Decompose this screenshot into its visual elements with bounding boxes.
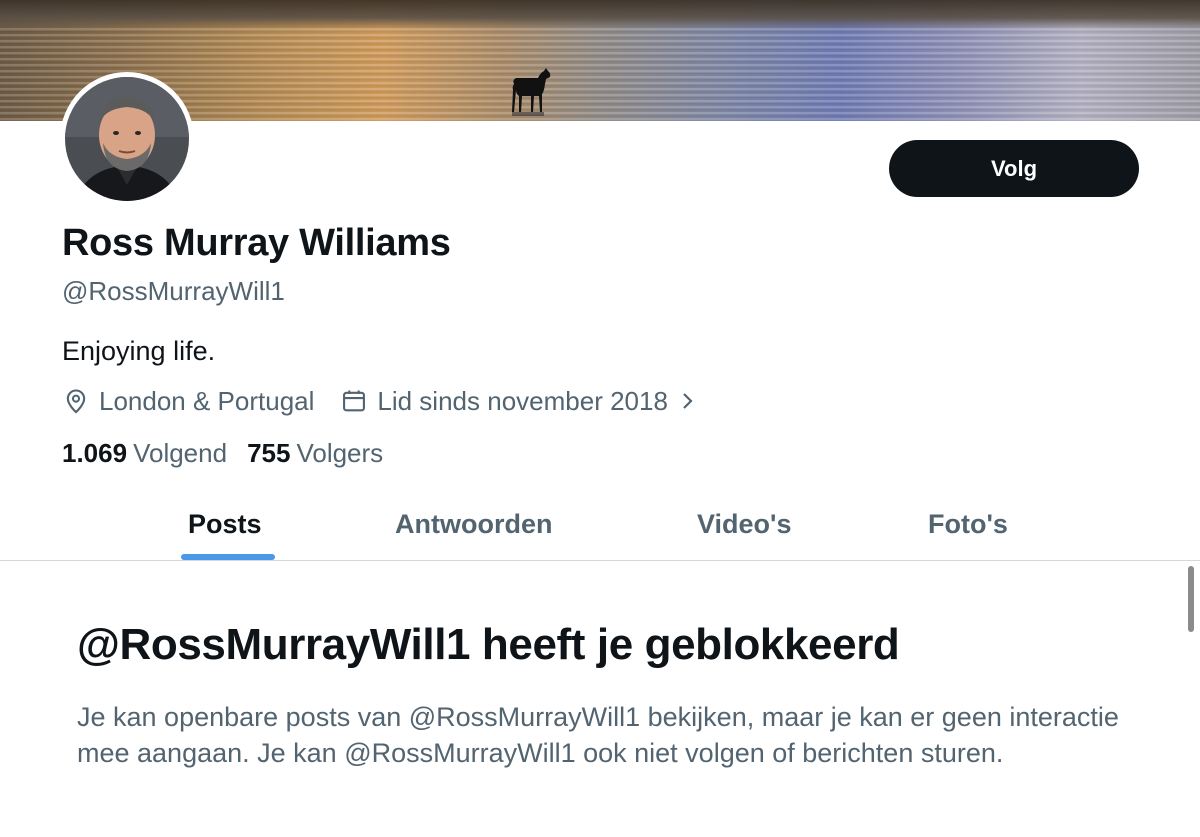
profile-bio: Enjoying life.	[62, 336, 216, 366]
profile-location: London & Portugal	[62, 386, 314, 417]
blocked-description: Je kan openbare posts van @RossMurrayWil…	[77, 702, 1119, 768]
follow-button[interactable]: Volg	[889, 140, 1139, 197]
avatar-image	[65, 77, 189, 201]
profile-display-name: Ross Murray Williams	[62, 222, 451, 264]
followers-link[interactable]: 755 Volgers	[247, 438, 383, 469]
following-label: Volgend	[133, 438, 228, 468]
followers-label: Volgers	[296, 438, 384, 468]
profile-tabs: Posts Antwoorden Video's Foto's	[0, 488, 1200, 561]
chevron-right-icon	[678, 390, 698, 412]
map-pin-icon	[62, 387, 90, 415]
calendar-icon	[340, 387, 368, 415]
profile-meta: London & Portugal Lid sinds november 201…	[62, 384, 698, 418]
scrollbar-thumb[interactable]	[1188, 566, 1194, 632]
joined-text: Lid sinds november 2018	[377, 385, 668, 416]
avatar[interactable]	[60, 72, 194, 206]
following-count: 1.069	[62, 438, 128, 468]
banner-dog-silhouette	[512, 68, 551, 116]
active-tab-indicator	[181, 554, 275, 560]
tab-photos[interactable]: Foto's	[928, 488, 1008, 560]
profile-stats: 1.069 Volgend 755 Volgers	[62, 438, 383, 469]
profile-page: Volg Ross Murray Williams @RossMurrayWil…	[0, 0, 1200, 837]
profile-joined[interactable]: Lid sinds november 2018	[340, 386, 698, 417]
tab-replies[interactable]: Antwoorden	[395, 488, 552, 560]
tab-posts[interactable]: Posts	[188, 488, 262, 560]
location-text: London & Portugal	[99, 385, 315, 416]
profile-handle: @RossMurrayWill1	[62, 276, 285, 306]
followers-count: 755	[247, 438, 291, 468]
tab-videos[interactable]: Video's	[697, 488, 791, 560]
following-link[interactable]: 1.069 Volgend	[62, 438, 227, 469]
blocked-title: @RossMurrayWill1 heeft je geblokkeerd	[77, 620, 900, 669]
